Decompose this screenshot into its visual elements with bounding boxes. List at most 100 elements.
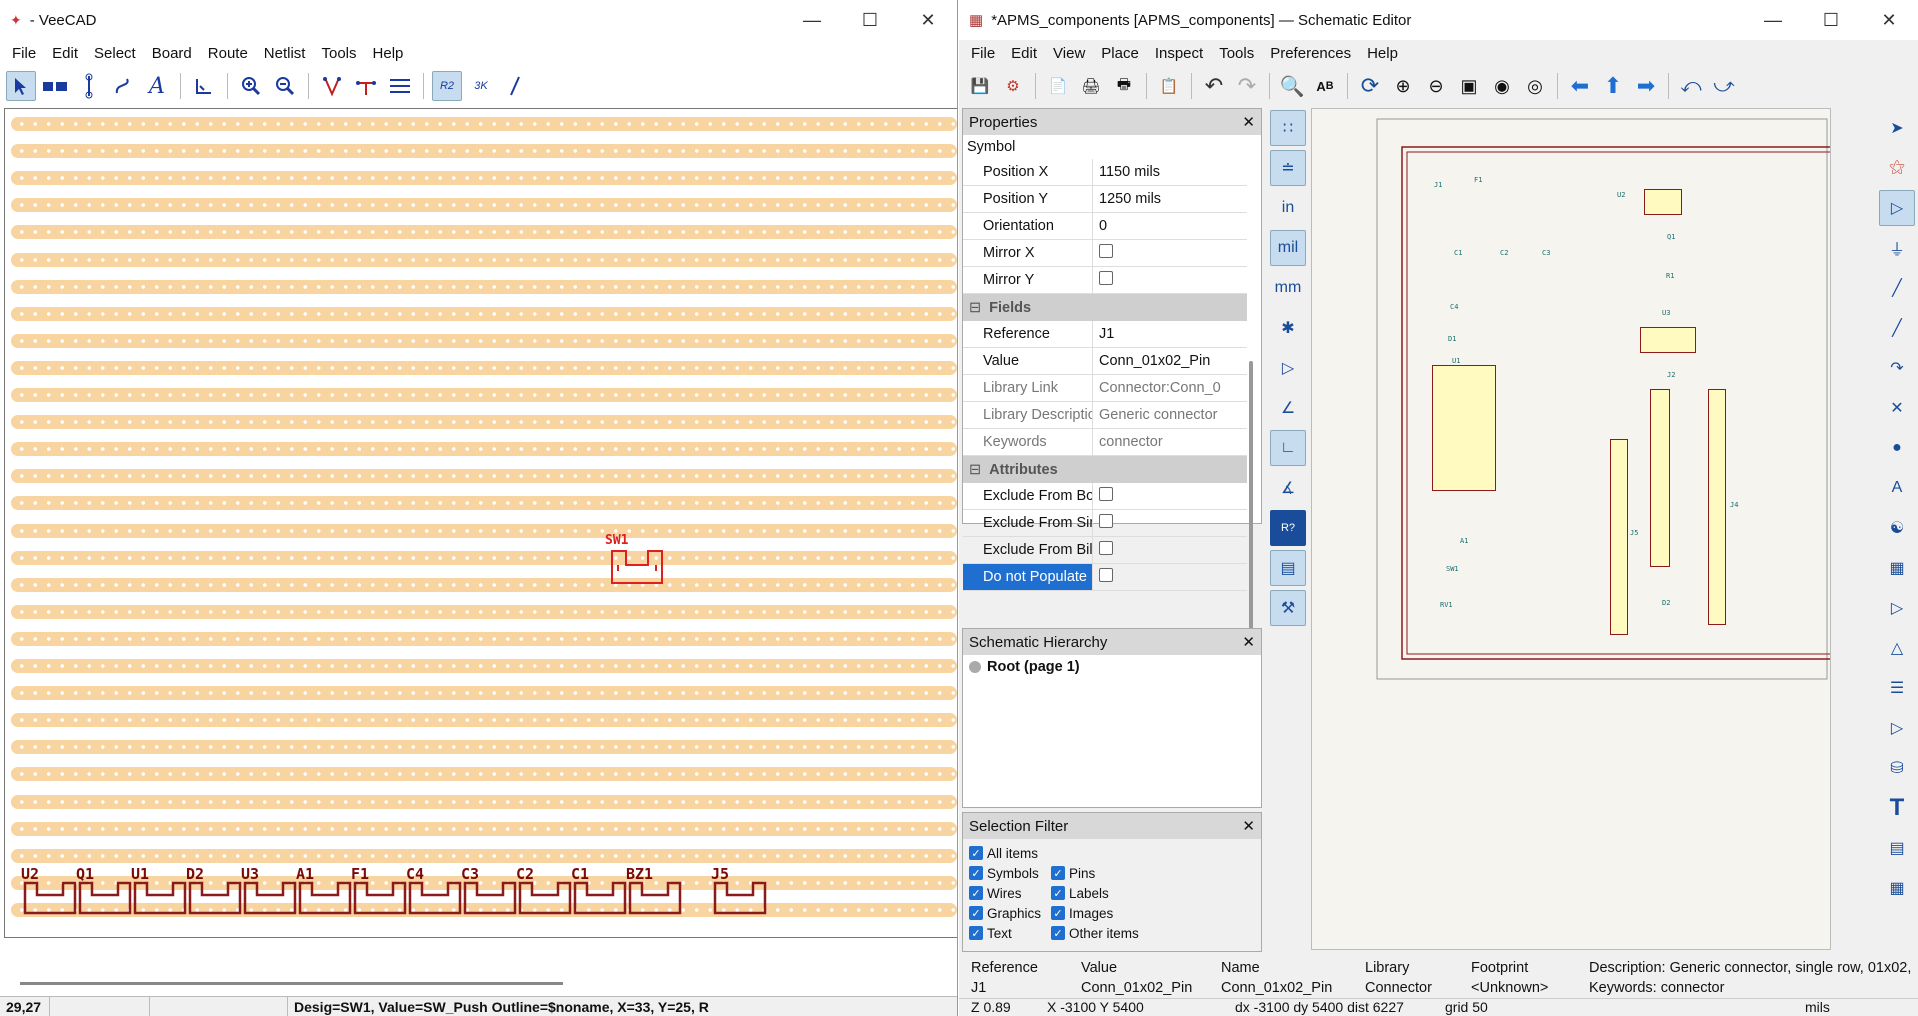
component-outline[interactable] bbox=[188, 881, 248, 917]
schematic-ref-label[interactable]: J5 bbox=[1630, 529, 1638, 537]
prop-value[interactable] bbox=[1093, 541, 1247, 559]
prop-value[interactable]: 0 bbox=[1093, 218, 1247, 234]
refresh-icon[interactable]: ⟳ bbox=[1355, 71, 1385, 101]
text-icon[interactable]: A bbox=[142, 71, 172, 101]
line-mode-90-icon[interactable]: ∟ bbox=[1270, 430, 1306, 466]
hierarchy-root-item[interactable]: Root (page 1) bbox=[963, 655, 1261, 679]
menu-file[interactable]: File bbox=[963, 45, 1003, 62]
net-class-icon[interactable]: ☯ bbox=[1879, 510, 1915, 546]
checkbox-checked[interactable]: ✓ bbox=[969, 906, 983, 920]
add-bus-icon[interactable]: ╱ bbox=[1879, 310, 1915, 346]
line-mode-free-icon[interactable]: ∠ bbox=[1270, 390, 1306, 426]
prop-value[interactable]: 1250 mils bbox=[1093, 191, 1247, 207]
prop-row[interactable]: Library Link Connector:Conn_0 bbox=[963, 375, 1247, 402]
checkbox-checked[interactable]: ✓ bbox=[969, 846, 983, 860]
schematic-ref-label[interactable]: D2 bbox=[1662, 599, 1670, 607]
menu-netlist[interactable]: Netlist bbox=[256, 45, 314, 62]
global-label-icon[interactable]: ▷ bbox=[1879, 590, 1915, 626]
exclude-bom-checkbox[interactable] bbox=[1099, 541, 1113, 555]
attributes-group[interactable]: Attributes bbox=[963, 456, 1247, 483]
prop-value[interactable] bbox=[1093, 568, 1247, 586]
properties-panel-icon[interactable]: ⚒ bbox=[1270, 590, 1306, 626]
pointer-icon[interactable] bbox=[6, 71, 36, 101]
prop-row[interactable]: Mirror X bbox=[963, 240, 1247, 267]
schematic-ref-label[interactable]: C1 bbox=[1454, 249, 1462, 257]
units-mm-button[interactable]: mm bbox=[1270, 270, 1306, 306]
menu-tools[interactable]: Tools bbox=[1211, 45, 1262, 62]
schematic-ref-label[interactable]: J2 bbox=[1667, 371, 1675, 379]
zoom-in-icon[interactable]: ⊕ bbox=[1388, 71, 1418, 101]
prop-row[interactable]: Exclude From Bill ... bbox=[963, 537, 1247, 564]
prop-row[interactable]: Exclude From Sim... bbox=[963, 510, 1247, 537]
menu-edit[interactable]: Edit bbox=[1003, 45, 1045, 62]
filter-images[interactable]: ✓ Images bbox=[1051, 903, 1171, 923]
close-button[interactable]: ✕ bbox=[1860, 10, 1918, 31]
zoom-selection-icon[interactable]: ◎ bbox=[1520, 71, 1550, 101]
redo-icon[interactable]: ↷ bbox=[1232, 71, 1262, 101]
curve-icon[interactable] bbox=[108, 71, 138, 101]
schematic-ref-label[interactable]: RV1 bbox=[1440, 601, 1453, 609]
checkbox-checked[interactable]: ✓ bbox=[1051, 906, 1065, 920]
close-icon[interactable]: ✕ bbox=[1242, 817, 1255, 835]
list-icon[interactable] bbox=[385, 71, 415, 101]
add-symbol-icon[interactable]: ▷ bbox=[1879, 190, 1915, 226]
net-label-icon[interactable]: A bbox=[1879, 470, 1915, 506]
schematic-ref-label[interactable]: SW1 bbox=[1446, 565, 1459, 573]
schematic-ref-label[interactable]: C4 bbox=[1450, 303, 1458, 311]
import-sheet-pin-icon[interactable]: ▷ bbox=[1879, 710, 1915, 746]
filter-all-items[interactable]: ✓ All items bbox=[969, 843, 1255, 863]
annotate-icon[interactable]: R? bbox=[1270, 510, 1306, 546]
menu-edit[interactable]: Edit bbox=[44, 45, 86, 62]
filter-labels[interactable]: ✓ Labels bbox=[1051, 883, 1171, 903]
add-text-big-icon[interactable]: T bbox=[1879, 790, 1915, 826]
checkbox-checked[interactable]: ✓ bbox=[1051, 926, 1065, 940]
filter-wires[interactable]: ✓ Wires bbox=[969, 883, 1051, 903]
stripboard-canvas[interactable]: SW1 U2 Q1 U1 D2 U3 A1 F1 C4 C3 C2 C1 BZ1 J5 bbox=[4, 108, 957, 938]
schematic-setup-icon[interactable]: ⚙ bbox=[998, 71, 1028, 101]
component-outline[interactable] bbox=[243, 881, 303, 917]
schematic-ref-label[interactable]: R1 bbox=[1666, 272, 1674, 280]
filter-symbols[interactable]: ✓ Symbols bbox=[969, 863, 1051, 883]
menu-file[interactable]: File bbox=[4, 45, 44, 62]
checkbox-checked[interactable]: ✓ bbox=[969, 886, 983, 900]
r2-icon[interactable]: R2 bbox=[432, 71, 462, 101]
schematic-symbol-body[interactable] bbox=[1432, 365, 1496, 491]
checkbox-checked[interactable]: ✓ bbox=[1051, 886, 1065, 900]
wire-icon[interactable] bbox=[74, 71, 104, 101]
add-sheet-icon[interactable]: ☰ bbox=[1879, 670, 1915, 706]
add-wire-icon[interactable]: ╱ bbox=[1879, 270, 1915, 306]
component-outline[interactable] bbox=[133, 881, 193, 917]
units-mil-button[interactable]: mil bbox=[1270, 230, 1306, 266]
prop-value[interactable]: 1150 mils bbox=[1093, 164, 1247, 180]
menu-select[interactable]: Select bbox=[86, 45, 144, 62]
schematic-ref-label[interactable]: Q1 bbox=[1667, 233, 1675, 241]
rule-area-icon[interactable]: ▦ bbox=[1879, 550, 1915, 586]
component-outline[interactable] bbox=[628, 881, 688, 917]
menu-view[interactable]: View bbox=[1045, 45, 1093, 62]
add-table-icon[interactable]: ▦ bbox=[1879, 870, 1915, 906]
navigate-up-icon[interactable]: ⬆ bbox=[1598, 71, 1628, 101]
add-power-icon[interactable]: ⏚ bbox=[1879, 230, 1915, 266]
minimize-button[interactable]: — bbox=[783, 10, 841, 31]
prop-row[interactable]: Do not Populate bbox=[963, 564, 1247, 591]
prop-row[interactable]: Reference J1 bbox=[963, 321, 1247, 348]
close-icon[interactable]: ✕ bbox=[1242, 113, 1255, 131]
branch-icon[interactable] bbox=[351, 71, 381, 101]
component-outline[interactable] bbox=[713, 881, 773, 917]
units-inch-button[interactable]: in bbox=[1270, 190, 1306, 226]
component-outline[interactable] bbox=[573, 881, 633, 917]
paste-icon[interactable]: 📋 bbox=[1154, 71, 1184, 101]
menu-tools[interactable]: Tools bbox=[313, 45, 364, 62]
menu-board[interactable]: Board bbox=[144, 45, 200, 62]
prop-row[interactable]: Exclude From Boa... bbox=[963, 483, 1247, 510]
schematic-ref-label[interactable]: C2 bbox=[1500, 249, 1508, 257]
component-outline[interactable] bbox=[78, 881, 138, 917]
checkbox-checked[interactable]: ✓ bbox=[1051, 866, 1065, 880]
prop-row[interactable]: Position Y 1250 mils bbox=[963, 186, 1247, 213]
junction-icon[interactable]: ● bbox=[1879, 430, 1915, 466]
zoom-out-icon[interactable]: ⊖ bbox=[1421, 71, 1451, 101]
line-mode-45-icon[interactable]: ∡ bbox=[1270, 470, 1306, 506]
rotate-cw-icon[interactable]: ⤻ bbox=[1709, 71, 1739, 101]
component-outline[interactable] bbox=[353, 881, 413, 917]
bus-entry-icon[interactable]: ↷ bbox=[1879, 350, 1915, 386]
